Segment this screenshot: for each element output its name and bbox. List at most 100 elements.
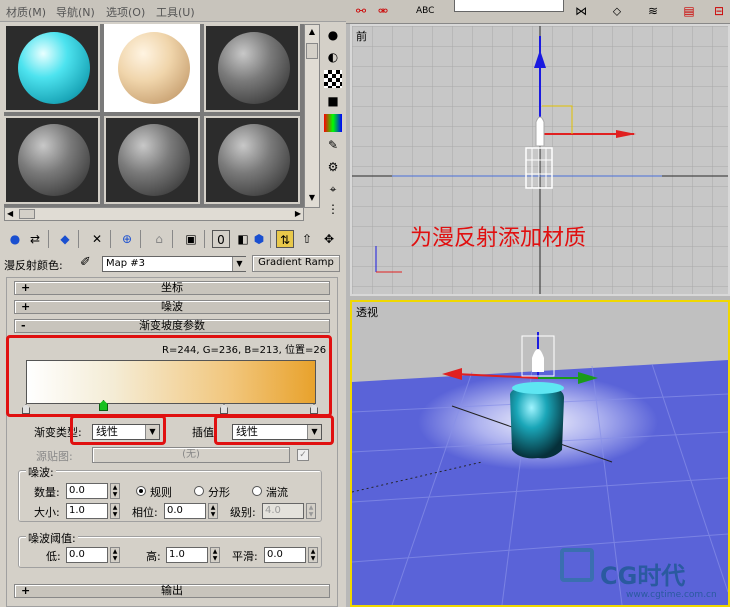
rollout-gradient-ramp-params[interactable]: - 渐变坡度参数 (14, 319, 330, 333)
amount-field[interactable]: 0.0 (66, 483, 108, 499)
rollout-output[interactable]: + 输出 (14, 584, 330, 598)
size-spinner[interactable]: ▲ ▼ (110, 503, 120, 519)
scroll-thumb[interactable] (306, 43, 318, 59)
main-toolbar: ⚯ ⚮ ABC ⋈ ⬦ ≋ ▤ ⊟ (346, 0, 730, 24)
scroll-left-icon[interactable]: ◀ (7, 209, 13, 218)
phase-field[interactable]: 0.0 (164, 503, 206, 519)
noise-fractal-radio[interactable] (194, 486, 204, 496)
text-spacing-icon[interactable]: ABC (416, 2, 434, 20)
source-map-button[interactable]: (无) (92, 447, 290, 463)
go-forward-sibling-icon[interactable]: ⇧ (298, 230, 316, 248)
layers-icon[interactable]: ≋ (644, 2, 662, 20)
select-by-material-icon[interactable]: ⌖ (324, 180, 342, 198)
material-id-channel-icon[interactable]: ▣ (182, 230, 200, 248)
menu-material[interactable]: 材质(M) (6, 4, 46, 20)
background-checker-icon[interactable] (324, 70, 342, 88)
noise-regular-radio[interactable] (136, 486, 146, 496)
highlight-gradient-type-box (70, 415, 166, 445)
front-viewport[interactable]: 前 为漫反射添加材质 (350, 24, 730, 296)
sample-type-icon[interactable]: ● (324, 26, 342, 44)
sample-slot-6[interactable] (204, 116, 300, 204)
levels-label: 级别: (230, 506, 256, 519)
watermark-logo-text: CG时代 (600, 562, 686, 590)
perspective-viewport-label[interactable]: 透视 (356, 304, 378, 320)
sample-slot-4[interactable] (4, 116, 100, 204)
phase-label: 相位: (132, 506, 158, 519)
material-navigator-icon[interactable]: ⋮ (324, 200, 342, 218)
collapse-icon: - (21, 319, 26, 332)
go-to-parent-arrow-icon[interactable]: ⇅ (276, 230, 294, 248)
diffuse-map-row: 漫反射颜色: ✐ Map #3 ▼ Gradient Ramp (4, 255, 344, 273)
curve-editor-icon[interactable]: ▤ (680, 2, 698, 20)
make-preview-icon[interactable]: ✎ (324, 136, 342, 154)
amount-spinner[interactable]: ▲ ▼ (110, 483, 120, 499)
pick-material-icon[interactable]: ✥ (320, 230, 338, 248)
noise-turbulence-radio[interactable] (252, 486, 262, 496)
align-icon[interactable]: ⬦ (608, 2, 626, 20)
noise-threshold-title: 噪波阈值: (26, 530, 78, 546)
expand-icon: + (21, 300, 31, 313)
material-sphere (218, 32, 290, 104)
menu-options[interactable]: 选项(O) (106, 4, 145, 20)
backlight-icon[interactable]: ◐ (324, 48, 342, 66)
put-to-scene-icon[interactable]: ⇄ (26, 230, 44, 248)
mirror-icon[interactable]: ⋈ (572, 2, 590, 20)
options-icon[interactable]: ⚙ (324, 158, 342, 176)
slots-vertical-scrollbar[interactable]: ▲ ▼ (304, 24, 320, 208)
get-material-icon[interactable]: ● (6, 230, 24, 248)
size-field[interactable]: 1.0 (66, 503, 108, 519)
put-to-library-icon[interactable]: ⌂ (150, 230, 168, 248)
unlink-icon[interactable]: ⚮ (374, 2, 392, 20)
rollout-title: 输出 (161, 584, 183, 597)
side-toolbar: ● ◐ ■ ✎ ⚙ ⌖ ⋮ (322, 24, 344, 216)
material-toolbar: ● ⇄ ◆ ✕ ⊕ ⌂ ▣ 0 ◧ ⬢ ⇅ ⇧ ✥ (4, 228, 344, 250)
sample-slot-2[interactable] (104, 24, 200, 112)
low-field[interactable]: 0.0 (66, 547, 108, 563)
smooth-field[interactable]: 0.0 (264, 547, 306, 563)
smooth-spinner[interactable]: ▲ ▼ (308, 547, 318, 563)
material-sphere (18, 32, 90, 104)
front-viewport-canvas (352, 26, 728, 294)
show-map-in-viewport-icon[interactable]: 0 (212, 230, 230, 248)
high-spinner[interactable]: ▲ ▼ (210, 547, 220, 563)
rollout-coordinates[interactable]: + 坐标 (14, 281, 330, 295)
select-link-icon[interactable]: ⚯ (352, 2, 370, 20)
low-spinner[interactable]: ▲ ▼ (110, 547, 120, 563)
scroll-right-icon[interactable]: ▶ (295, 209, 301, 218)
sample-uv-tiling-icon[interactable]: ■ (324, 92, 342, 110)
map-name-field[interactable]: Map #3 (102, 256, 246, 272)
menu-tools[interactable]: 工具(U) (156, 4, 195, 20)
rollout-title: 噪波 (161, 300, 183, 313)
make-unique-icon[interactable]: ⊕ (118, 230, 136, 248)
sample-slot-1[interactable] (4, 24, 100, 112)
video-color-check-icon[interactable] (324, 114, 342, 132)
reset-map-icon[interactable]: ✕ (88, 230, 106, 248)
schematic-view-icon[interactable]: ⊟ (710, 2, 728, 20)
assign-to-selection-icon[interactable]: ◆ (56, 230, 74, 248)
scroll-down-icon[interactable]: ▼ (306, 193, 318, 205)
chevron-down-icon[interactable]: ▼ (232, 257, 246, 271)
levels-spinner[interactable]: ▲ ▼ (306, 503, 316, 519)
toolbar-divider (172, 230, 173, 248)
levels-field[interactable]: 4.0 (262, 503, 304, 519)
phase-spinner[interactable]: ▲ ▼ (208, 503, 218, 519)
pick-eyedropper-icon[interactable]: ✐ (80, 255, 91, 270)
menu-navigation[interactable]: 导航(N) (56, 4, 95, 20)
named-selection-dropdown[interactable] (454, 0, 564, 12)
go-to-parent-icon[interactable]: ⬢ (250, 230, 268, 248)
scroll-up-icon[interactable]: ▲ (306, 27, 318, 39)
map-type-button[interactable]: Gradient Ramp (252, 255, 340, 272)
sample-slot-3[interactable] (204, 24, 300, 112)
high-label: 高: (146, 550, 161, 563)
sample-slot-5[interactable] (104, 116, 200, 204)
source-map-checkbox[interactable]: ✓ (297, 449, 309, 461)
front-viewport-label[interactable]: 前 (356, 28, 367, 44)
toolbar-divider (110, 230, 111, 248)
toolbar-divider (270, 230, 271, 248)
low-label: 低: (46, 550, 61, 563)
menu-bar: 材质(M) 导航(N) 选项(O) 工具(U) (0, 0, 346, 22)
slots-horizontal-scrollbar[interactable]: ◀ ▶ (4, 207, 304, 221)
scroll-thumb[interactable] (19, 209, 35, 219)
rollout-noise[interactable]: + 噪波 (14, 300, 330, 314)
high-field[interactable]: 1.0 (166, 547, 208, 563)
